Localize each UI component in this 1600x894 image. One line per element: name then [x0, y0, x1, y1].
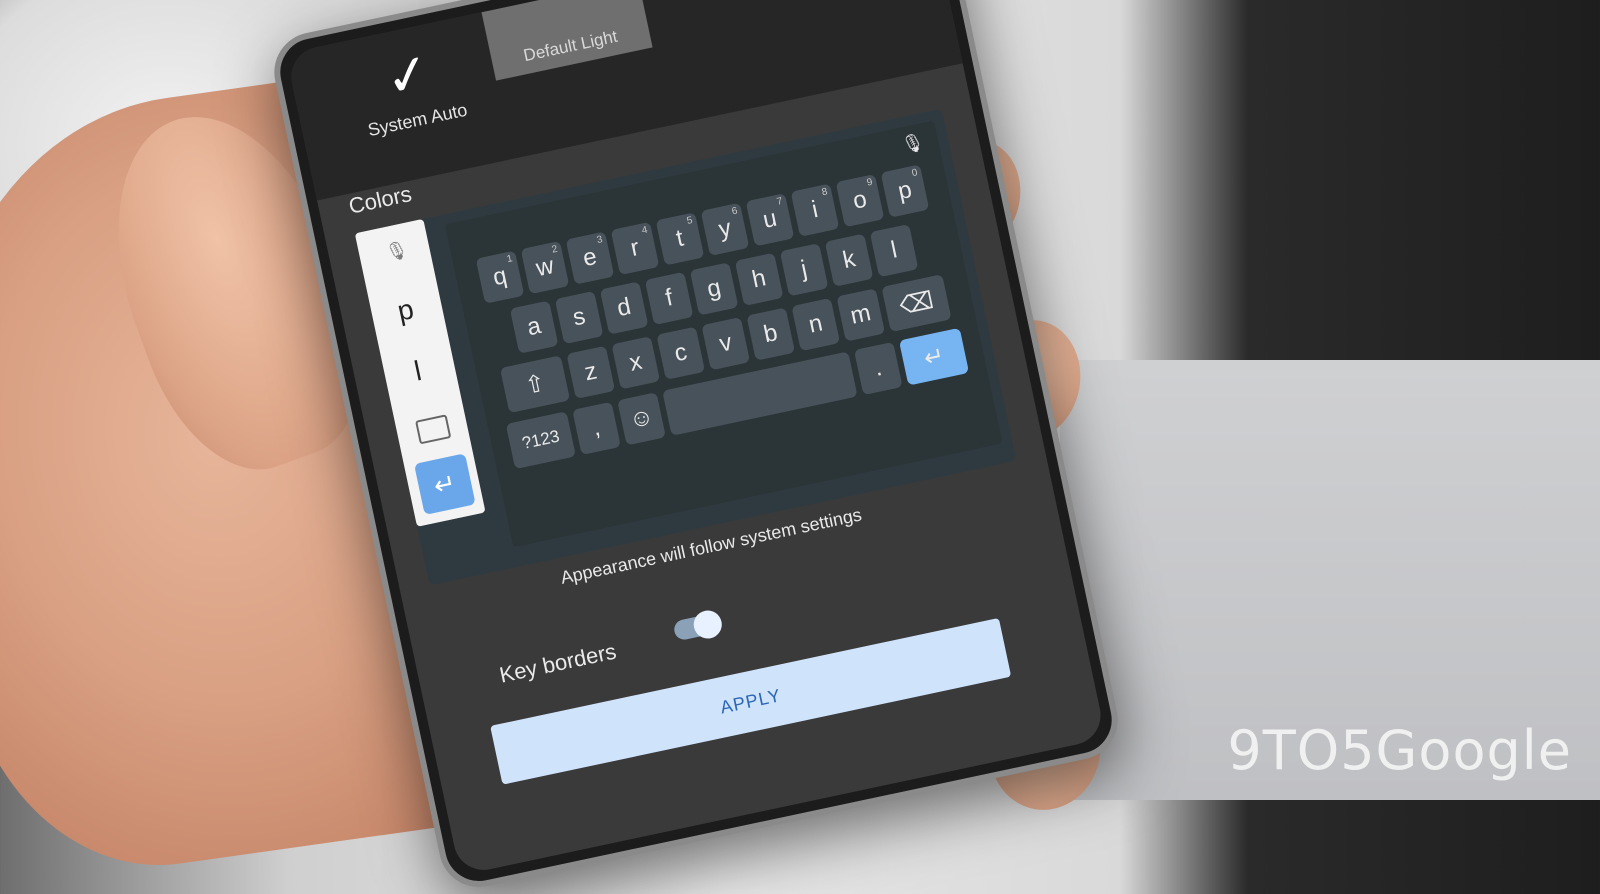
- enter-icon: ↵: [898, 327, 970, 386]
- key-p: p0: [880, 164, 930, 218]
- theme-option-system-auto[interactable]: ✓ System Auto: [329, 34, 499, 173]
- key-symbols: ?123: [505, 411, 576, 470]
- key-b: b: [746, 307, 796, 361]
- backspace-icon: [415, 414, 452, 445]
- key-e: e3: [565, 231, 615, 285]
- strip-key-p: p: [394, 293, 417, 327]
- key-v: v: [701, 317, 751, 371]
- theme-option-default-light[interactable]: Default Light: [481, 0, 653, 81]
- key-y: y6: [700, 202, 750, 256]
- toggle-knob: [691, 607, 725, 642]
- key-o: o9: [835, 173, 885, 228]
- key-borders-label: Key borders: [497, 638, 619, 688]
- key-h: h: [734, 252, 784, 306]
- backspace-icon: ⌫: [881, 274, 952, 333]
- emoji-icon: ☺: [617, 392, 666, 446]
- key-w: w2: [520, 240, 570, 295]
- key-j: j: [779, 243, 829, 297]
- enter-icon: ↵: [414, 453, 476, 515]
- key-x: x: [611, 336, 661, 390]
- mic-icon: 🎙: [899, 131, 927, 156]
- watermark: 9TO5Google: [1227, 719, 1572, 782]
- key-n: n: [791, 297, 841, 352]
- keyboard-preview: 🎙 p l ↵ 🎙 q1 w2 e3 r4 t5 y6 u7 i8 o9 p 0…: [354, 108, 1017, 586]
- key-i: i8: [790, 183, 840, 237]
- key-c: c: [656, 326, 706, 380]
- key-l: l: [869, 223, 919, 278]
- key-borders-toggle[interactable]: [672, 607, 725, 642]
- key-r: r4: [610, 221, 660, 276]
- apply-button[interactable]: APPLY: [490, 617, 1012, 785]
- key-k: k: [824, 233, 874, 287]
- shift-icon: ⇧: [499, 355, 571, 414]
- key-s: s: [554, 290, 604, 345]
- key-g: g: [689, 262, 739, 316]
- key-m: m: [836, 288, 886, 342]
- key-a: a: [509, 300, 559, 354]
- key-t: t5: [655, 212, 705, 266]
- key-f: f: [644, 271, 694, 326]
- key-d: d: [599, 281, 649, 335]
- keyboard: 🎙 q1 w2 e3 r4 t5 y6 u7 i8 o9 p0 a s d f …: [444, 120, 1003, 548]
- key-z: z: [566, 345, 616, 400]
- key-u: u7: [745, 193, 795, 247]
- key-period: .: [853, 341, 903, 396]
- key-q: q1: [475, 250, 525, 304]
- mic-icon: 🎙: [383, 238, 411, 264]
- theme-label: Default Light: [521, 26, 620, 66]
- key-comma: ,: [572, 401, 621, 456]
- strip-key-l: l: [411, 354, 425, 387]
